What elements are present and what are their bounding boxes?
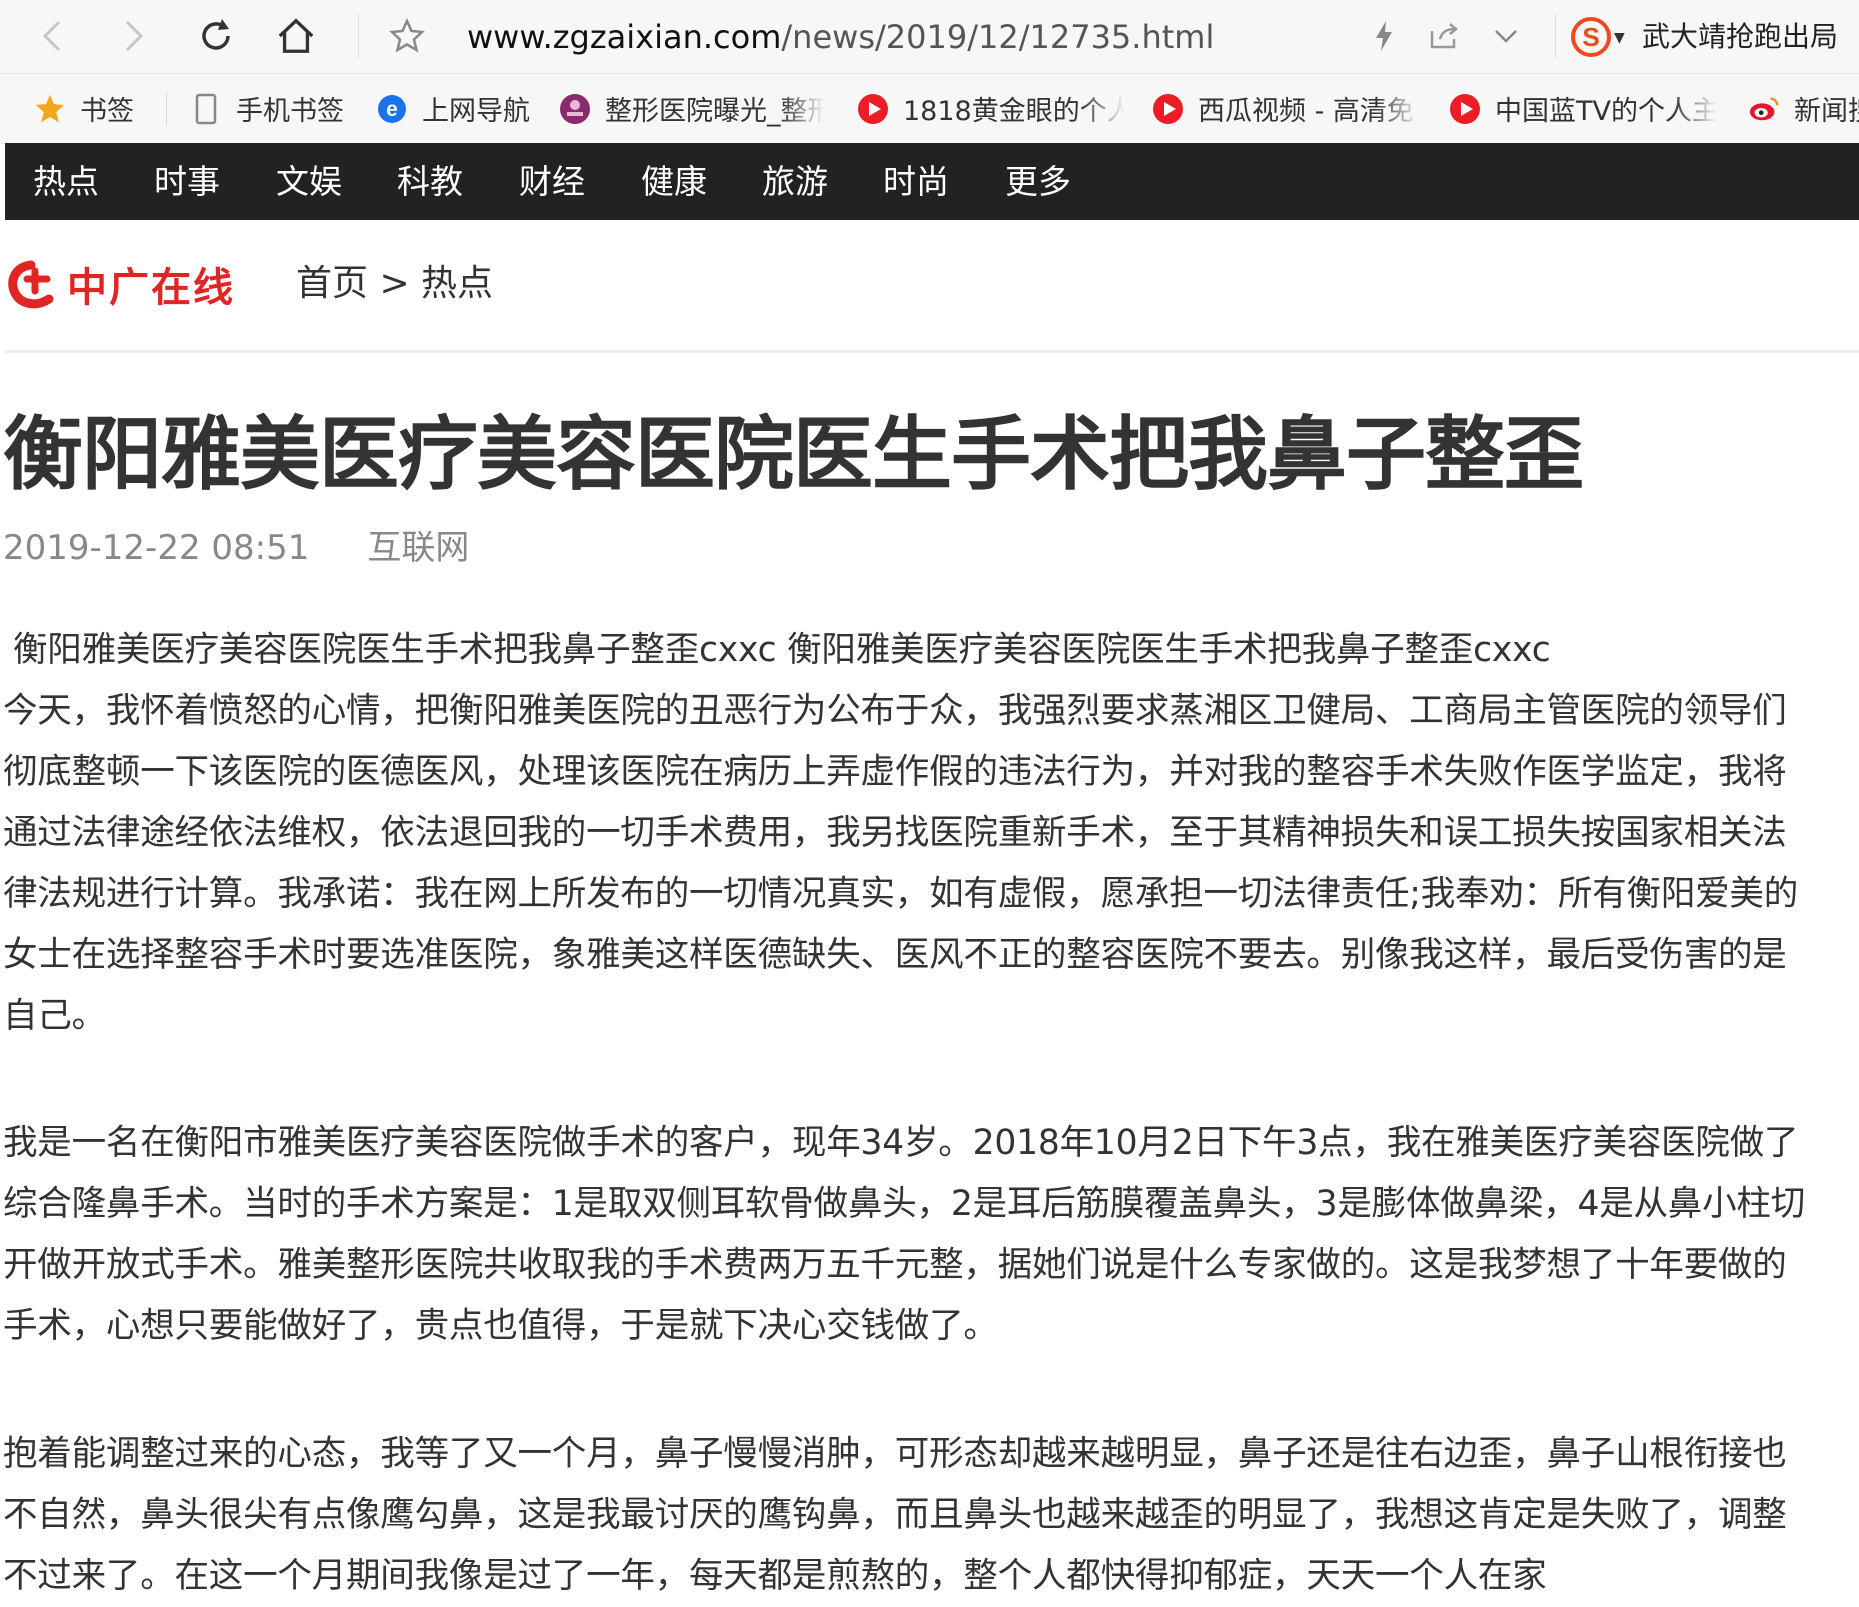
article-source: 互联网 [367, 528, 470, 568]
video-play-icon [1152, 93, 1184, 125]
ie-icon: e [376, 93, 408, 125]
news-hot-button[interactable]: 武大靖抢跑出局 [1642, 14, 1838, 60]
bookmark-item[interactable]: 中国蓝TV的个人主 [1449, 74, 1717, 143]
article-lead: 衡阳雅美医疗美容医院医生手术把我鼻子整歪cxxc 衡阳雅美医疗美容医院医生手术把… [13, 630, 1551, 670]
sogou-icon[interactable]: S [1570, 16, 1612, 58]
nav-item-hot[interactable]: 热点 [33, 143, 99, 220]
nav-item-entertainment[interactable]: 文娱 [276, 143, 342, 220]
bookmark-item[interactable]: 1818黄金眼的个人 [857, 74, 1125, 143]
refresh-icon[interactable] [196, 16, 236, 56]
share-icon[interactable] [1424, 16, 1464, 56]
nav-item-travel[interactable]: 旅游 [762, 143, 828, 220]
article-paragraph: 我是一名在衡阳市雅美医疗美容医院做手术的客户，现年34岁。2018年10月2日下… [3, 1123, 1805, 1346]
nav-item-finance[interactable]: 财经 [519, 143, 585, 220]
back-icon[interactable] [32, 16, 72, 56]
toolbar-divider [358, 14, 359, 58]
nav-item-health[interactable]: 健康 [641, 143, 707, 220]
bookmark-item[interactable]: 书签 [34, 74, 134, 143]
nav-item-science-education[interactable]: 科教 [397, 143, 463, 220]
svg-text:S: S [1582, 22, 1599, 52]
browser-toolbar: www.zgzaixian.com/news/2019/12/12735.htm… [0, 0, 1859, 74]
breadcrumb[interactable]: 首页 > 热点 [296, 258, 493, 310]
bookmarks-bar: 书签 手机书签 e 上网导航 整形医院曝光_整形 1818黄金眼的个人 西瓜视频… [0, 74, 1859, 144]
address-bar[interactable]: www.zgzaixian.com/news/2019/12/12735.htm… [467, 14, 1214, 60]
hospital-badge-icon [559, 93, 591, 125]
sogou-caret-icon[interactable]: ▼ [1614, 30, 1625, 46]
weibo-icon [1748, 93, 1780, 125]
article-meta: 2019-12-22 08:51 互联网 [3, 523, 469, 573]
bookmarks-divider [166, 92, 167, 126]
phone-icon [190, 93, 222, 125]
article-title: 衡阳雅美医疗美容医院医生手术把我鼻子整歪 [3, 408, 1584, 501]
url-path: /news/2019/12/12735.html [781, 18, 1215, 56]
site-nav: 热点 时事 文娱 科教 财经 健康 旅游 时尚 更多 [5, 143, 1859, 220]
forward-icon[interactable] [114, 16, 154, 56]
article-paragraph-text: 今天，我怀着愤怒的心情，把衡阳雅美医院的丑恶行为公布于众，我强烈要求蒸湘区卫健局… [3, 691, 1799, 1036]
svg-text:e: e [386, 98, 398, 121]
bookmark-item[interactable]: e 上网导航 [376, 74, 530, 143]
bookmark-item[interactable]: 新闻搜 [1748, 74, 1859, 143]
bookmark-item[interactable]: 手机书签 [190, 74, 344, 143]
article-paragraph: 抱着能调整过来的心态，我等了又一个月，鼻子慢慢消肿，可形态却越来越明显，鼻子还是… [3, 1434, 1787, 1596]
article-date: 2019-12-22 08:51 [3, 528, 310, 568]
favorite-star-icon[interactable] [387, 16, 427, 56]
video-play-icon [1449, 93, 1481, 125]
chevron-down-icon[interactable] [1486, 16, 1526, 56]
video-play-icon [857, 93, 889, 125]
nav-item-current-affairs[interactable]: 时事 [154, 143, 220, 220]
lightning-icon[interactable] [1364, 16, 1404, 56]
url-host: www.zgzaixian.com [467, 18, 782, 56]
nav-item-fashion[interactable]: 时尚 [883, 143, 949, 220]
svg-text:中广在线: 中广在线 [67, 265, 235, 311]
site-logo[interactable]: 中广在线 [5, 255, 250, 315]
header-divider [5, 350, 1859, 353]
article-paragraph: 衡阳雅美医疗美容医院医生手术把我鼻子整歪cxxc 衡阳雅美医疗美容医院医生手术把… [3, 620, 1808, 1047]
bookmark-item[interactable]: 西瓜视频 - 高清免 [1152, 74, 1420, 143]
nav-item-more[interactable]: 更多 [1005, 143, 1071, 220]
home-icon[interactable] [276, 16, 316, 56]
bookmark-item[interactable]: 整形医院曝光_整形 [559, 74, 825, 143]
star-icon [34, 93, 66, 125]
toolbar-divider [1555, 14, 1556, 58]
